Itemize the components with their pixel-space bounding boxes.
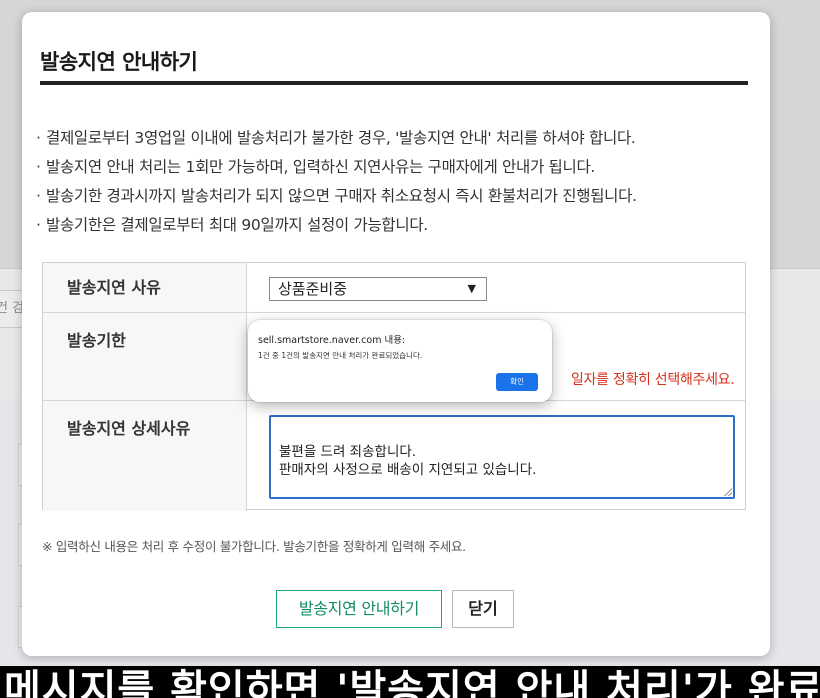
notice-item: 발송기한은 결제일로부터 최대 90일까지 설정이 가능합니다. [36,211,637,240]
detail-textarea[interactable]: 불편을 드려 죄송합니다. 판매자의 사정으로 배송이 지연되고 있습니다. [269,415,735,499]
caption-text: 메시지를 확인하면 '발송지연 안내 처리'가 완료됩 [4,667,820,698]
reason-select[interactable]: 상품준비중 ▼ [269,277,487,301]
modal-title: 발송지연 안내하기 [40,50,198,74]
notice-item: 발송기한 경과시까지 발송처리가 되지 않으면 구매자 취소요청시 즉시 환불처… [36,182,637,211]
close-button[interactable]: 닫기 [452,590,514,628]
dropdown-arrow-icon: ▼ [467,282,476,295]
notice-item: 결제일로부터 3영업일 이내에 발송처리가 불가한 경우, '발송지연 안내' … [36,124,637,153]
deadline-validation-message: 일자를 정확히 선택해주세요. [571,372,735,388]
submit-delay-notice-button[interactable]: 발송지연 안내하기 [276,590,442,628]
alert-ok-button[interactable]: 확인 [496,373,538,391]
notice-list: 결제일로부터 3영업일 이내에 발송처리가 불가한 경우, '발송지연 안내' … [36,124,637,240]
reason-row: 발송지연 사유 상품준비중 ▼ [43,263,745,313]
caption-bar: 메시지를 확인하면 '발송지연 안내 처리'가 완료됩 [0,666,820,698]
background-input-text: 건 검 [0,301,23,316]
detail-label: 발송지연 상세사유 [43,401,247,511]
reason-label: 발송지연 사유 [43,263,247,312]
alert-message: 1건 중 1건의 발송지연 안내 처리가 완료되었습니다. [258,351,423,360]
footnote: ※ 입력하신 내용은 처리 후 수정이 불가합니다. 발송기한을 정확하게 입력… [42,539,466,554]
background-search-input[interactable]: 건 검 [0,290,23,328]
deadline-label: 발송기한 [43,313,247,400]
notice-item: 발송지연 안내 처리는 1회만 가능하며, 입력하신 지연사유는 구매자에게 안… [36,153,637,182]
title-divider [40,81,748,85]
detail-textarea-value: 불편을 드려 죄송합니다. 판매자의 사정으로 배송이 지연되고 있습니다. [279,444,537,478]
detail-row: 발송지연 상세사유 불편을 드려 죄송합니다. 판매자의 사정으로 배송이 지연… [43,401,745,511]
browser-alert-dialog: sell.smartstore.naver.com 내용: 1건 중 1건의 발… [248,320,552,402]
alert-title: sell.smartstore.naver.com 내용: [258,335,406,346]
reason-select-value: 상품준비중 [278,280,348,298]
resize-grip-icon[interactable] [724,488,732,496]
